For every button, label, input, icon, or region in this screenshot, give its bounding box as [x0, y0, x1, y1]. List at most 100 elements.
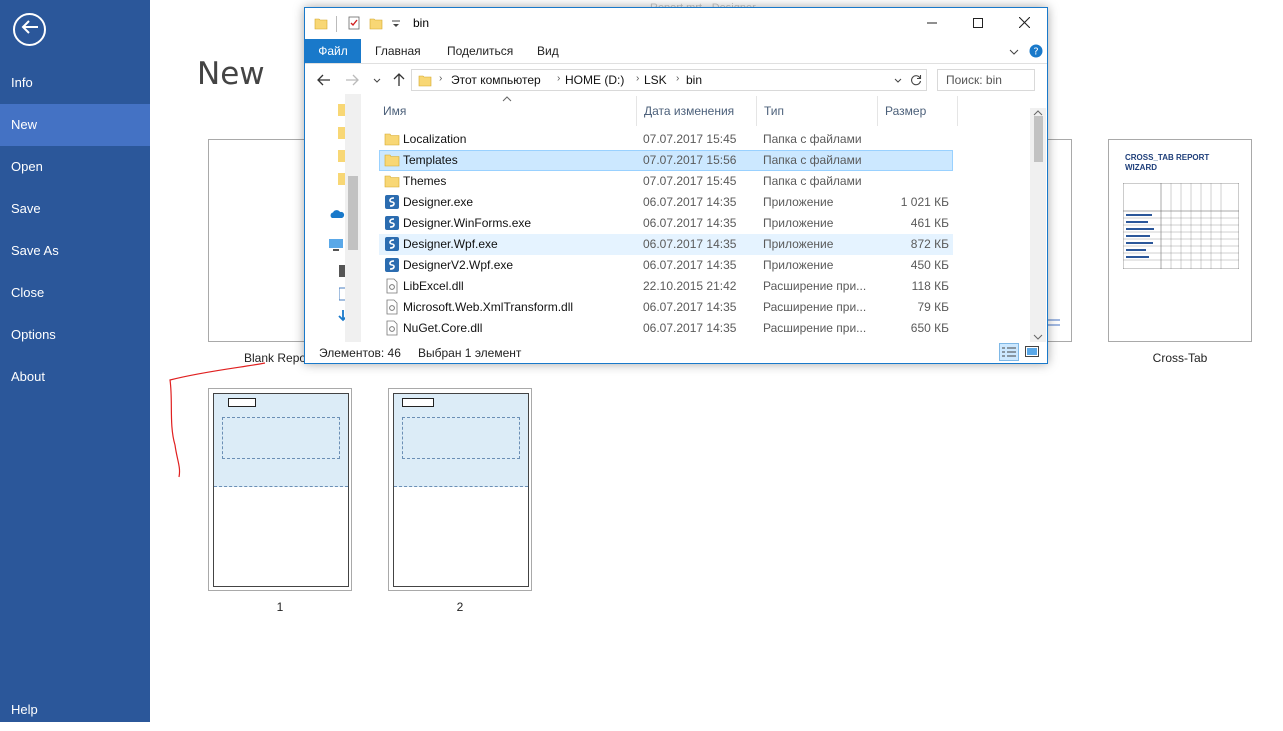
sidebar-item-close[interactable]: Close — [0, 272, 150, 314]
file-type: Папка с файлами — [763, 153, 862, 167]
quick-access-dropdown-icon[interactable] — [391, 19, 401, 29]
file-row-designer-wpf-exe[interactable]: Designer.Wpf.exe 06.07.2017 14:35 Прилож… — [379, 234, 953, 255]
file-row-xmltransform-dll[interactable]: Microsoft.Web.XmlTransform.dll 06.07.201… — [379, 297, 953, 318]
breadcrumb-lsk[interactable]: LSK — [644, 73, 667, 87]
tab-view[interactable]: Вид — [523, 39, 573, 63]
sidebar-item-info[interactable]: Info — [0, 62, 150, 104]
breadcrumb-separator: › — [676, 73, 680, 84]
template-label-cross-tab: Cross-Tab — [1152, 351, 1208, 365]
file-name: LibExcel.dll — [403, 279, 464, 293]
data-band — [402, 417, 520, 459]
page-preview — [393, 393, 529, 587]
app-icon — [385, 237, 399, 251]
explorer-window-title: bin — [413, 16, 430, 30]
sidebar-item-options[interactable]: Options — [0, 314, 150, 356]
file-name: NuGet.Core.dll — [403, 321, 483, 335]
breadcrumb-drive[interactable]: HOME (D:) — [565, 73, 624, 87]
large-icons-view-button[interactable] — [1022, 343, 1042, 361]
file-date: 06.07.2017 14:35 — [643, 237, 737, 251]
tab-file[interactable]: Файл — [305, 39, 361, 63]
file-size: 1 021 КБ — [900, 195, 949, 209]
details-view-button[interactable] — [999, 343, 1019, 361]
sidebar-item-help[interactable]: Help — [0, 689, 150, 731]
recent-locations-chevron-icon[interactable] — [373, 77, 381, 85]
file-date: 07.07.2017 15:56 — [643, 153, 737, 167]
file-row-designer-winforms-exe[interactable]: Designer.WinForms.exe 06.07.2017 14:35 П… — [379, 213, 953, 234]
folder-icon — [418, 75, 432, 87]
scroll-down-icon[interactable] — [1030, 332, 1046, 342]
tab-share[interactable]: Поделиться — [433, 39, 527, 63]
column-header-date[interactable]: Дата изменения — [644, 104, 734, 118]
sidebar-item-about[interactable]: About — [0, 356, 150, 398]
file-row-themes[interactable]: Themes 07.07.2017 15:45 Папка с файлами — [379, 171, 953, 192]
breadcrumb-this-pc[interactable]: Этот компьютер — [451, 73, 541, 87]
status-bar: Элементов: 46 Выбран 1 элемент — [305, 342, 1047, 364]
ribbon-expand-chevron-icon[interactable] — [1009, 47, 1019, 57]
address-bar[interactable]: › Этот компьютер › HOME (D:) › LSK › bin — [411, 69, 927, 91]
file-date: 07.07.2017 15:45 — [643, 174, 737, 188]
help-icon[interactable]: ? — [1029, 44, 1043, 58]
file-date: 07.07.2017 15:45 — [643, 132, 737, 146]
search-input[interactable]: Поиск: bin — [937, 69, 1035, 91]
column-headers: Имя Дата изменения Тип Размер — [375, 96, 1025, 126]
column-header-type[interactable]: Тип — [764, 104, 784, 118]
file-row-designerv2-wpf-exe[interactable]: DesignerV2.Wpf.exe 06.07.2017 14:35 Прил… — [379, 255, 953, 276]
file-row-localization[interactable]: Localization 07.07.2017 15:45 Папка с фа… — [379, 129, 953, 150]
breadcrumb-bin[interactable]: bin — [686, 73, 702, 87]
address-dropdown-icon[interactable] — [894, 77, 902, 85]
app-icon — [385, 216, 399, 230]
file-row-designer-exe[interactable]: Designer.exe 06.07.2017 14:35 Приложение… — [379, 192, 953, 213]
file-type: Расширение при... — [763, 300, 867, 314]
file-date: 06.07.2017 14:35 — [643, 195, 737, 209]
sidebar-item-new[interactable]: New — [0, 104, 150, 146]
backstage-sidebar: Info New Open Save Save As Close Options… — [0, 0, 150, 722]
column-divider[interactable] — [877, 96, 878, 126]
up-arrow-icon[interactable] — [393, 73, 405, 87]
onedrive-icon[interactable] — [329, 209, 345, 219]
file-list-scrollbar-thumb[interactable] — [1034, 116, 1043, 162]
maximize-button[interactable] — [955, 8, 1001, 39]
template-hidden-card[interactable] — [1046, 139, 1072, 342]
column-header-size[interactable]: Размер — [885, 104, 926, 118]
back-button[interactable] — [13, 13, 46, 46]
column-header-name[interactable]: Имя — [383, 104, 406, 118]
file-date: 06.07.2017 14:35 — [643, 258, 737, 272]
column-divider[interactable] — [957, 96, 958, 126]
close-button[interactable] — [1001, 8, 1047, 39]
new-folder-icon[interactable] — [369, 16, 383, 30]
file-row-nuget-core-dll[interactable]: NuGet.Core.dll 06.07.2017 14:35 Расширен… — [379, 318, 953, 339]
file-type: Приложение — [763, 237, 834, 251]
file-type: Приложение — [763, 195, 834, 209]
file-row-templates[interactable]: Templates 07.07.2017 15:56 Папка с файла… — [379, 150, 953, 171]
sidebar-item-save-as[interactable]: Save As — [0, 230, 150, 272]
template-2[interactable] — [388, 388, 532, 591]
column-divider[interactable] — [636, 96, 637, 126]
dll-icon — [386, 278, 398, 294]
file-size: 118 КБ — [911, 279, 949, 293]
status-item-count: Элементов: 46 — [319, 346, 401, 360]
large-icons-view-icon — [1025, 346, 1039, 357]
minimize-button[interactable] — [909, 8, 955, 39]
properties-icon[interactable] — [347, 16, 361, 30]
minimize-icon — [927, 15, 937, 33]
file-row-libexcel-dll[interactable]: LibExcel.dll 22.10.2015 21:42 Расширение… — [379, 276, 953, 297]
refresh-icon[interactable] — [910, 74, 922, 86]
forward-arrow-icon[interactable] — [345, 74, 359, 86]
close-icon — [1018, 15, 1030, 33]
this-pc-icon[interactable] — [329, 239, 343, 251]
explorer-titlebar: bin — [305, 8, 1047, 39]
sidebar-item-save[interactable]: Save — [0, 188, 150, 230]
maximize-icon — [973, 15, 983, 33]
file-type: Расширение при... — [763, 279, 867, 293]
template-label-1: 1 — [276, 600, 284, 614]
template-cross-tab[interactable]: CROSS_TAB REPORT WIZARD — [1108, 139, 1252, 342]
file-type: Приложение — [763, 216, 834, 230]
back-arrow-icon[interactable] — [317, 74, 331, 86]
file-size: 79 КБ — [917, 300, 949, 314]
sidebar-item-open[interactable]: Open — [0, 146, 150, 188]
tab-home[interactable]: Главная — [361, 39, 435, 63]
file-name: Designer.exe — [403, 195, 474, 209]
nav-scrollbar-thumb[interactable] — [348, 176, 358, 250]
column-divider[interactable] — [756, 96, 757, 126]
file-size: 450 КБ — [910, 258, 949, 272]
